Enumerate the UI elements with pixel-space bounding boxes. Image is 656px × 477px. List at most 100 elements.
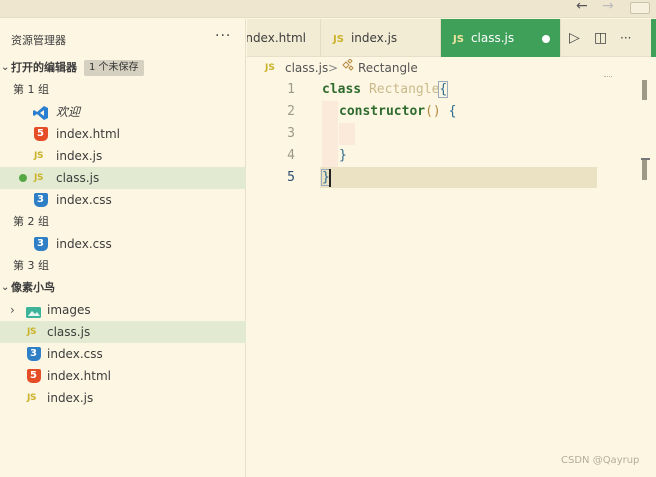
- html-icon: [34, 123, 48, 145]
- file-item[interactable]: JS index.js: [0, 387, 246, 409]
- file-label: index.css: [56, 237, 112, 251]
- watermark: CSDN @Qayrup: [561, 455, 640, 466]
- line-number: 3: [287, 126, 295, 141]
- brace: {: [448, 104, 457, 119]
- tab-label: index.html: [247, 31, 306, 45]
- line-number: 1: [287, 82, 295, 97]
- code-line-4: }: [339, 145, 347, 167]
- explorer-sidebar: 资源管理器 ··· ⌄ 打开的编辑器 1 个未保存 第 1 组 欢迎 index…: [0, 19, 246, 477]
- js-icon: JS: [333, 34, 344, 45]
- open-editor-item[interactable]: index.css: [0, 189, 246, 211]
- class-name: Rectangle: [368, 82, 440, 97]
- brace: }: [339, 148, 347, 163]
- unsaved-dot-icon[interactable]: [542, 35, 550, 43]
- folder-item[interactable]: › images: [0, 299, 246, 321]
- tab-label: index.js: [350, 31, 398, 45]
- minimap[interactable]: [604, 76, 612, 88]
- chevron-down-icon: ⌄: [1, 62, 10, 73]
- group-label: 第 2 组: [13, 215, 49, 228]
- line-number: 4: [287, 148, 295, 163]
- file-label: index.css: [56, 193, 112, 207]
- tab-index-html[interactable]: index.html: [247, 19, 321, 57]
- open-editor-item[interactable]: JS index.js: [0, 145, 246, 167]
- breadcrumb-separator: >: [328, 61, 339, 75]
- line-number: 2: [287, 104, 295, 119]
- file-label: index.css: [47, 347, 103, 361]
- editor-group-2[interactable]: 第 2 组: [0, 211, 246, 233]
- explorer-title: 资源管理器: [11, 34, 66, 47]
- chevron-right-icon: ›: [10, 303, 15, 317]
- js-icon: JS: [265, 63, 275, 73]
- editor-tabs: index.html JS index.js JS class.js ▷ ◫ ···: [247, 19, 656, 57]
- open-editors-label: 打开的编辑器: [11, 61, 77, 74]
- indent-guide: [322, 101, 338, 167]
- line-number-current: 5: [287, 170, 295, 185]
- open-editor-item-active[interactable]: JS class.js: [0, 167, 246, 189]
- forward-arrow-icon[interactable]: →: [602, 0, 614, 14]
- scrollbar-thumb[interactable]: [642, 80, 647, 100]
- open-editor-item[interactable]: 欢迎: [0, 101, 246, 123]
- file-item[interactable]: index.css: [0, 343, 246, 365]
- open-editor-item[interactable]: index.css: [0, 233, 246, 255]
- text-cursor: [329, 169, 331, 187]
- vscode-icon: [33, 105, 48, 120]
- workspace-label: 像素小鸟: [11, 281, 55, 294]
- group-label: 第 3 组: [13, 259, 49, 272]
- run-icon[interactable]: ▷: [569, 19, 580, 57]
- class-symbol-icon: [341, 58, 354, 78]
- current-line-highlight: [320, 167, 597, 188]
- back-arrow-icon[interactable]: ←: [576, 0, 588, 14]
- file-label: index.html: [56, 127, 120, 141]
- breadcrumb-symbol[interactable]: Rectangle: [358, 58, 418, 78]
- explorer-header: 资源管理器 ···: [0, 19, 246, 57]
- more-actions-icon[interactable]: ···: [620, 19, 631, 57]
- file-item-active[interactable]: JS class.js: [0, 321, 246, 343]
- file-item[interactable]: index.html: [0, 365, 246, 387]
- file-label: class.js: [56, 171, 100, 185]
- open-editors-section[interactable]: ⌄ 打开的编辑器 1 个未保存: [0, 57, 246, 79]
- css-icon: [34, 233, 48, 255]
- parens: (): [425, 104, 441, 119]
- editor-group-3[interactable]: 第 3 组: [0, 255, 246, 277]
- code-line-2: constructor() {: [339, 101, 456, 123]
- css-icon: [34, 189, 48, 211]
- file-label: images: [47, 303, 91, 317]
- file-label: index.js: [56, 149, 103, 163]
- code-line-1: class Rectangle{: [322, 79, 449, 101]
- function-name: constructor: [339, 104, 426, 119]
- css-icon: [27, 343, 41, 365]
- workspace-section[interactable]: ⌄ 像素小鸟: [0, 277, 246, 299]
- open-editor-item[interactable]: index.html: [0, 123, 246, 145]
- code-editor[interactable]: 1 2 3 4 5 class Rectangle{ constructor()…: [247, 79, 656, 459]
- tab-class-js[interactable]: JS class.js: [441, 19, 561, 57]
- editor-group-1[interactable]: 第 1 组: [0, 79, 246, 101]
- file-label: 欢迎: [56, 105, 81, 119]
- file-label: index.js: [47, 391, 94, 405]
- group-label: 第 1 组: [13, 83, 49, 96]
- title-bar: ← →: [0, 0, 656, 18]
- file-label: class.js: [47, 325, 91, 339]
- accent-edge: [651, 19, 656, 57]
- brace: {: [438, 81, 449, 98]
- indent-guide: [339, 123, 355, 145]
- js-icon: JS: [27, 393, 37, 403]
- js-icon: JS: [27, 327, 37, 337]
- unsaved-count-badge: 1 个未保存: [84, 60, 144, 76]
- scrollbar-thumb[interactable]: [642, 160, 647, 180]
- tab-label: class.js: [470, 31, 515, 45]
- js-icon: JS: [34, 151, 44, 161]
- tab-index-js[interactable]: JS index.js: [321, 19, 441, 57]
- html-icon: [27, 365, 41, 387]
- breadcrumb-file[interactable]: class.js: [285, 58, 328, 78]
- image-folder-icon: [26, 304, 41, 318]
- breadcrumb: JS class.js > Rectangle: [247, 58, 656, 78]
- split-editor-icon[interactable]: ◫: [594, 19, 607, 57]
- js-icon: JS: [453, 34, 464, 45]
- more-actions-icon[interactable]: ···: [215, 28, 231, 44]
- js-icon: JS: [34, 173, 44, 183]
- chevron-down-icon: ⌄: [1, 282, 10, 293]
- keyword: class: [322, 82, 362, 97]
- layout-toggle-button[interactable]: [630, 2, 650, 14]
- unsaved-dot-icon[interactable]: [19, 174, 27, 182]
- file-label: index.html: [47, 369, 111, 383]
